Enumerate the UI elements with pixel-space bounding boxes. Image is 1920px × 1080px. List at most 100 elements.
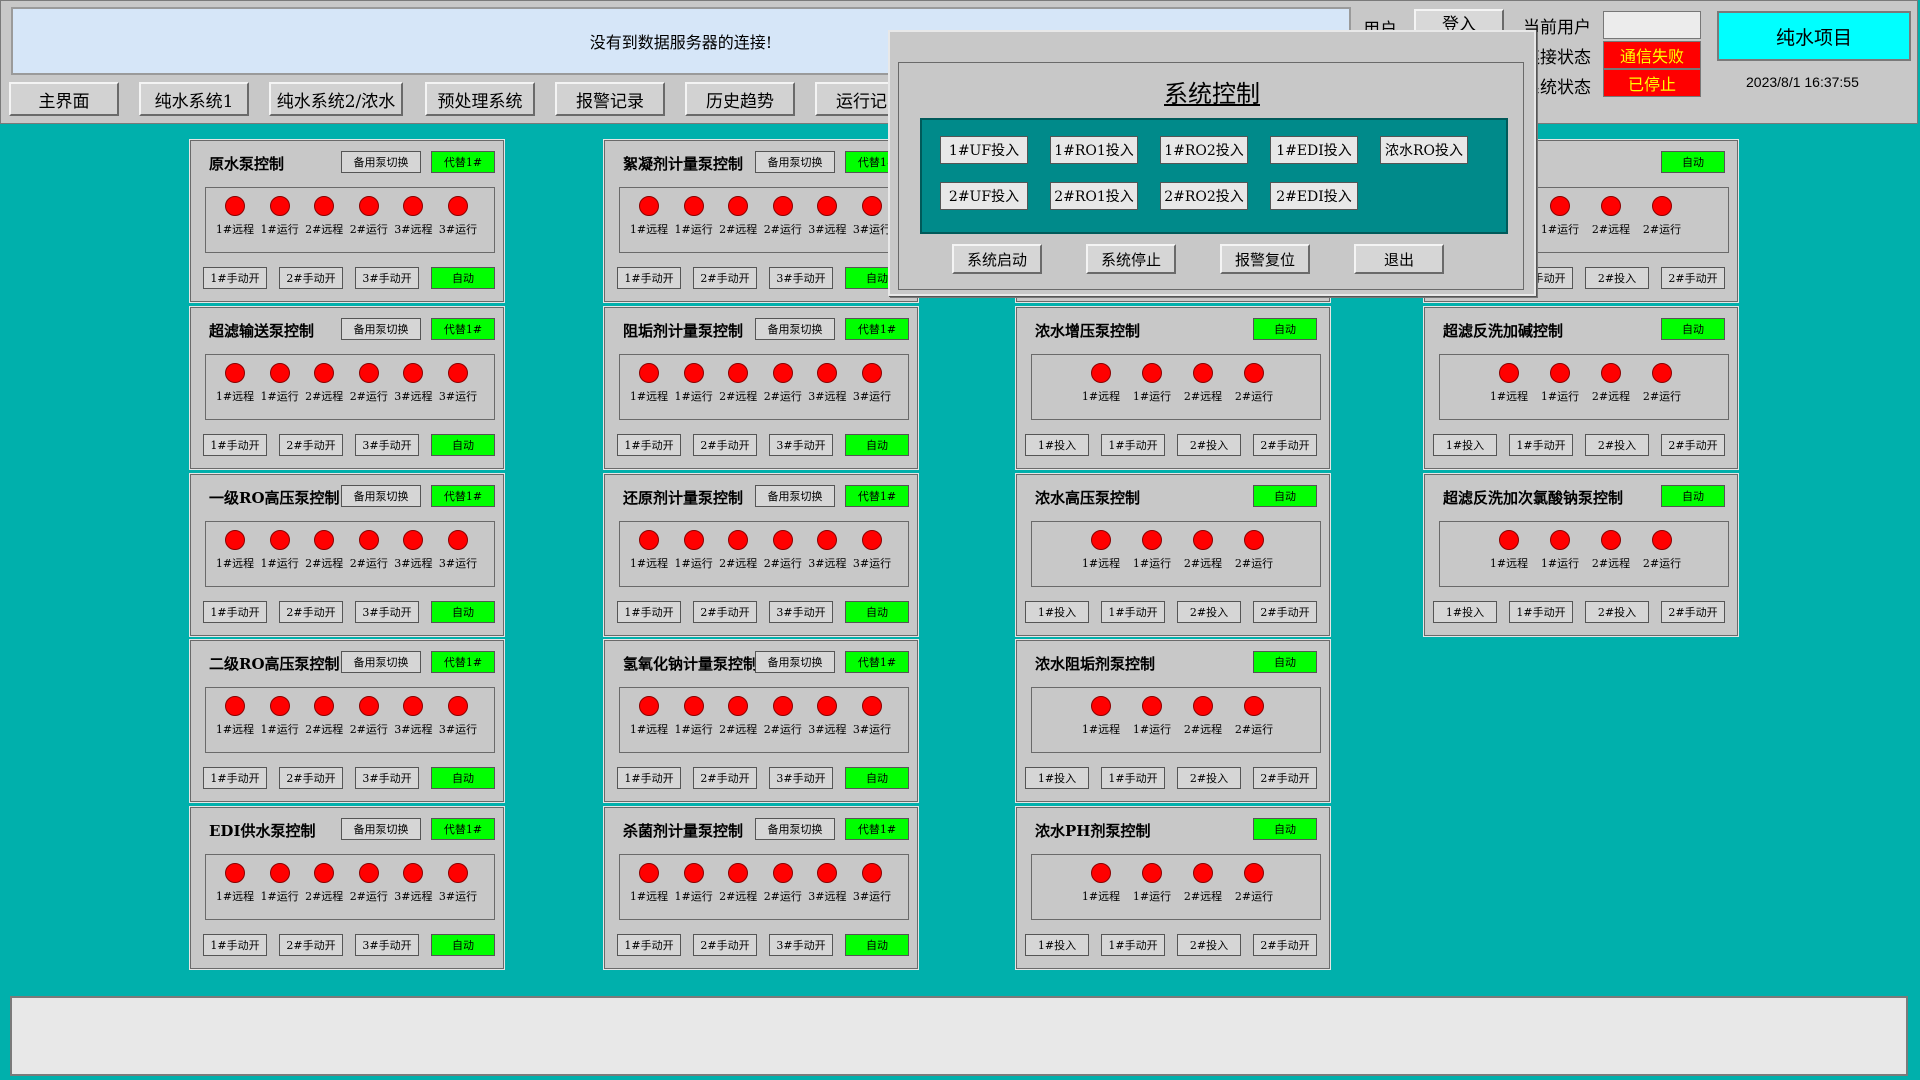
manual-control-button[interactable]: 2#投入 [1177,434,1241,456]
manual-control-button[interactable]: 1#手动开 [617,434,681,456]
auto-mode-button[interactable]: 自动 [845,434,909,456]
manual-control-button[interactable]: 1#投入 [1025,767,1089,789]
manual-control-button[interactable]: 3#手动开 [769,267,833,289]
concentrate-ro-enable-button[interactable]: 浓水RO投入 [1380,136,1468,164]
auto-mode-button[interactable]: 自动 [845,934,909,956]
manual-control-button[interactable]: 2#手动开 [1253,934,1317,956]
manual-control-button[interactable]: 1#手动开 [203,934,267,956]
manual-control-button[interactable]: 3#手动开 [355,934,419,956]
auto-mode-button[interactable]: 自动 [1253,818,1317,840]
auto-mode-button[interactable]: 自动 [431,601,495,623]
manual-control-button[interactable]: 1#手动开 [203,601,267,623]
manual-control-button[interactable]: 2#投入 [1585,434,1649,456]
replace-pump-button[interactable]: 代替1# [431,651,495,673]
standby-pump-switch-button[interactable]: 备用泵切换 [755,318,835,340]
manual-control-button[interactable]: 3#手动开 [355,601,419,623]
nav-main-button[interactable]: 主界面 [9,82,119,116]
auto-mode-button[interactable]: 自动 [1661,151,1725,173]
replace-pump-button[interactable]: 代替1# [431,818,495,840]
auto-mode-button[interactable]: 自动 [1661,318,1725,340]
replace-pump-button[interactable]: 代替1# [845,651,909,673]
standby-pump-switch-button[interactable]: 备用泵切换 [341,818,421,840]
standby-pump-switch-button[interactable]: 备用泵切换 [755,818,835,840]
manual-control-button[interactable]: 1#手动开 [617,601,681,623]
manual-control-button[interactable]: 3#手动开 [769,601,833,623]
nav-pure-water-2-button[interactable]: 纯水系统2/浓水 [269,82,403,116]
replace-pump-button[interactable]: 代替1# [431,151,495,173]
manual-control-button[interactable]: 1#手动开 [1509,601,1573,623]
manual-control-button[interactable]: 1#手动开 [617,267,681,289]
manual-control-button[interactable]: 1#手动开 [1101,601,1165,623]
manual-control-button[interactable]: 2#投入 [1585,601,1649,623]
standby-pump-switch-button[interactable]: 备用泵切换 [341,151,421,173]
auto-mode-button[interactable]: 自动 [431,434,495,456]
manual-control-button[interactable]: 1#手动开 [617,934,681,956]
manual-control-button[interactable]: 2#手动开 [693,267,757,289]
auto-mode-button[interactable]: 自动 [431,267,495,289]
replace-pump-button[interactable]: 代替1# [845,818,909,840]
manual-control-button[interactable]: 1#投入 [1025,434,1089,456]
manual-control-button[interactable]: 3#手动开 [355,267,419,289]
replace-pump-button[interactable]: 代替1# [431,318,495,340]
manual-control-button[interactable]: 1#手动开 [203,434,267,456]
manual-control-button[interactable]: 1#投入 [1433,601,1497,623]
manual-control-button[interactable]: 2#手动开 [693,601,757,623]
ro1-1-enable-button[interactable]: 1#RO1投入 [1050,136,1138,164]
replace-pump-button[interactable]: 代替1# [431,485,495,507]
manual-control-button[interactable]: 1#投入 [1025,934,1089,956]
nav-pretreatment-button[interactable]: 预处理系统 [425,82,535,116]
replace-pump-button[interactable]: 代替1# [845,485,909,507]
manual-control-button[interactable]: 2#手动开 [279,767,343,789]
manual-control-button[interactable]: 1#手动开 [203,267,267,289]
manual-control-button[interactable]: 2#投入 [1585,267,1649,289]
standby-pump-switch-button[interactable]: 备用泵切换 [341,651,421,673]
manual-control-button[interactable]: 1#投入 [1433,434,1497,456]
uf1-enable-button[interactable]: 1#UF投入 [940,136,1028,164]
exit-button[interactable]: 退出 [1354,244,1444,274]
manual-control-button[interactable]: 2#手动开 [279,267,343,289]
manual-control-button[interactable]: 2#投入 [1177,767,1241,789]
system-start-button[interactable]: 系统启动 [952,244,1042,274]
auto-mode-button[interactable]: 自动 [1253,651,1317,673]
manual-control-button[interactable]: 3#手动开 [769,434,833,456]
manual-control-button[interactable]: 1#手动开 [1509,434,1573,456]
manual-control-button[interactable]: 2#手动开 [1661,434,1725,456]
nav-history-trend-button[interactable]: 历史趋势 [685,82,795,116]
standby-pump-switch-button[interactable]: 备用泵切换 [755,651,835,673]
alarm-reset-button[interactable]: 报警复位 [1220,244,1310,274]
ro1-2-enable-button[interactable]: 2#RO1投入 [1050,182,1138,210]
manual-control-button[interactable]: 2#手动开 [1253,767,1317,789]
manual-control-button[interactable]: 2#投入 [1177,934,1241,956]
manual-control-button[interactable]: 3#手动开 [355,767,419,789]
replace-pump-button[interactable]: 代替1# [845,318,909,340]
manual-control-button[interactable]: 2#手动开 [1661,601,1725,623]
nav-pure-water-1-button[interactable]: 纯水系统1 [139,82,249,116]
manual-control-button[interactable]: 2#手动开 [693,767,757,789]
manual-control-button[interactable]: 3#手动开 [355,434,419,456]
manual-control-button[interactable]: 2#手动开 [693,434,757,456]
manual-control-button[interactable]: 2#手动开 [1253,601,1317,623]
edi1-enable-button[interactable]: 1#EDI投入 [1270,136,1358,164]
manual-control-button[interactable]: 3#手动开 [769,934,833,956]
manual-control-button[interactable]: 1#手动开 [203,767,267,789]
manual-control-button[interactable]: 2#手动开 [279,934,343,956]
manual-control-button[interactable]: 2#手动开 [279,434,343,456]
manual-control-button[interactable]: 1#手动开 [617,767,681,789]
manual-control-button[interactable]: 2#手动开 [1661,267,1725,289]
ro2-2-enable-button[interactable]: 2#RO2投入 [1160,182,1248,210]
system-stop-button[interactable]: 系统停止 [1086,244,1176,274]
auto-mode-button[interactable]: 自动 [431,934,495,956]
manual-control-button[interactable]: 1#手动开 [1101,767,1165,789]
manual-control-button[interactable]: 3#手动开 [769,767,833,789]
auto-mode-button[interactable]: 自动 [845,601,909,623]
auto-mode-button[interactable]: 自动 [1253,318,1317,340]
uf2-enable-button[interactable]: 2#UF投入 [940,182,1028,210]
standby-pump-switch-button[interactable]: 备用泵切换 [341,318,421,340]
manual-control-button[interactable]: 2#投入 [1177,601,1241,623]
manual-control-button[interactable]: 2#手动开 [1253,434,1317,456]
nav-alarm-log-button[interactable]: 报警记录 [555,82,665,116]
manual-control-button[interactable]: 1#手动开 [1101,934,1165,956]
manual-control-button[interactable]: 2#手动开 [693,934,757,956]
manual-control-button[interactable]: 1#投入 [1025,601,1089,623]
edi2-enable-button[interactable]: 2#EDI投入 [1270,182,1358,210]
